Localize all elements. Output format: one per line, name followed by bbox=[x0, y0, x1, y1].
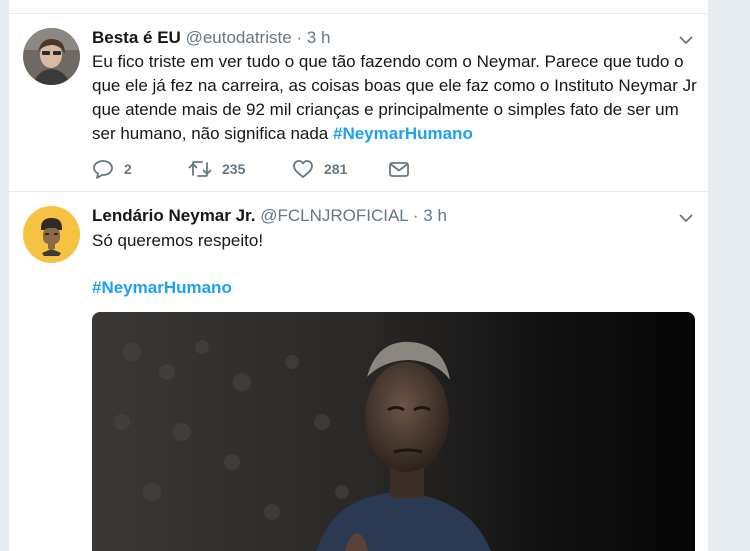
retweet-count: 235 bbox=[222, 161, 246, 177]
tweet-text-line: ser humano, não significa nada bbox=[92, 124, 329, 143]
tweet-text-last-line: ser humano, não significa nada #NeymarHu… bbox=[92, 122, 697, 146]
author-name[interactable]: Besta é EU bbox=[92, 28, 181, 47]
chevron-down-icon[interactable] bbox=[678, 32, 694, 48]
separator: · bbox=[412, 206, 419, 225]
tweet-photo[interactable] bbox=[92, 312, 695, 551]
like-count: 281 bbox=[324, 161, 348, 177]
tweet-text-line: que ele já fez na carreira, as coisas bo… bbox=[92, 76, 697, 95]
tweet-text: Eu fico triste em ver tudo o que tão faz… bbox=[92, 50, 697, 146]
direct-message-button[interactable] bbox=[388, 158, 410, 180]
retweet-icon bbox=[188, 158, 212, 180]
author-name[interactable]: Lendário Neymar Jr. bbox=[92, 206, 255, 225]
reply-button[interactable]: 2 bbox=[92, 158, 132, 180]
tweet-text: Só queremos respeito! bbox=[92, 231, 264, 250]
hashtag-link[interactable]: #NeymarHumano bbox=[92, 276, 232, 300]
tweet-text-line: Eu fico triste em ver tudo o que tão faz… bbox=[92, 52, 684, 71]
previous-tweet-edge bbox=[9, 0, 708, 14]
reply-icon bbox=[92, 158, 114, 180]
timeline: Besta é EU @eutodatriste · 3 h Eu fico t… bbox=[8, 0, 709, 551]
tweet-header: Lendário Neymar Jr. @FCLNJROFICIAL · 3 h bbox=[92, 206, 447, 226]
author-handle[interactable]: @eutodatriste bbox=[186, 28, 292, 47]
avatar[interactable] bbox=[23, 28, 80, 85]
heart-icon bbox=[292, 158, 314, 180]
reply-count: 2 bbox=[124, 161, 132, 177]
envelope-icon bbox=[388, 158, 410, 180]
hashtag-link[interactable]: #NeymarHumano bbox=[333, 124, 473, 143]
author-handle[interactable]: @FCLNJROFICIAL bbox=[260, 206, 408, 225]
separator: · bbox=[296, 28, 303, 47]
tweet[interactable]: Lendário Neymar Jr. @FCLNJROFICIAL · 3 h… bbox=[9, 192, 708, 551]
chevron-down-icon[interactable] bbox=[678, 210, 694, 226]
retweet-button[interactable]: 235 bbox=[188, 158, 245, 180]
avatar[interactable] bbox=[23, 206, 80, 263]
tweet-header: Besta é EU @eutodatriste · 3 h bbox=[92, 28, 330, 48]
tweet-text-line: que atende mais de 92 mil crianças e pri… bbox=[92, 100, 679, 119]
like-button[interactable]: 281 bbox=[292, 158, 347, 180]
timestamp[interactable]: 3 h bbox=[307, 28, 331, 47]
tweet[interactable]: Besta é EU @eutodatriste · 3 h Eu fico t… bbox=[9, 14, 708, 192]
timestamp[interactable]: 3 h bbox=[423, 206, 447, 225]
